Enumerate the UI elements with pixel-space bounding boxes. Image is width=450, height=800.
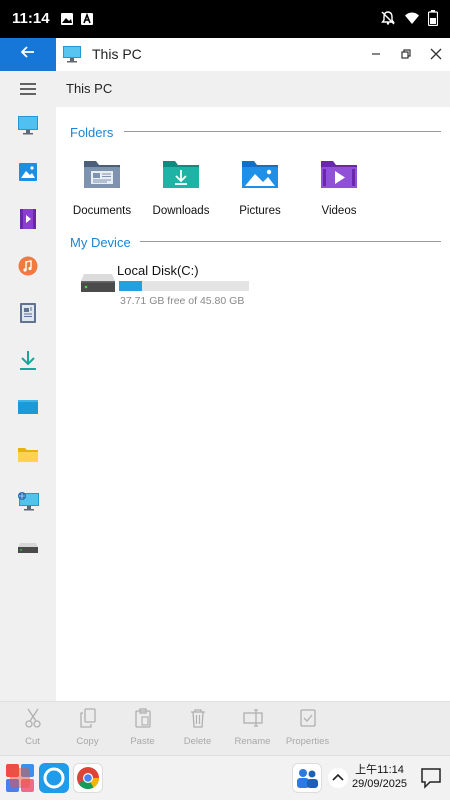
rename-label: Rename — [234, 736, 271, 747]
sidebar-item-folder[interactable] — [0, 436, 56, 476]
cut-label: Cut — [25, 736, 40, 747]
rename-button[interactable]: Rename — [225, 708, 280, 747]
this-pc-icon — [17, 115, 39, 140]
documents-folder-icon — [82, 157, 122, 191]
videos-folder-icon — [319, 157, 359, 191]
delete-label: Delete — [183, 736, 212, 747]
people-app-button[interactable] — [292, 763, 322, 793]
chrome-app-button[interactable] — [73, 763, 103, 793]
paste-button[interactable]: Paste — [115, 708, 170, 747]
paste-label: Paste — [130, 736, 155, 747]
folder-label: Videos — [321, 205, 357, 217]
folder-videos[interactable]: Videos — [299, 157, 379, 217]
chevron-up-icon — [332, 773, 344, 781]
folder-label: Documents — [72, 205, 132, 217]
copy-icon — [79, 708, 97, 732]
downloads-folder-icon — [161, 157, 201, 191]
local-disk-c[interactable]: Local Disk(C:) 37.71 GB free of 45.80 GB — [80, 260, 380, 310]
browser-app-button[interactable] — [39, 763, 69, 793]
folder-documents[interactable]: Documents — [62, 157, 142, 217]
chrome-icon — [77, 767, 99, 789]
folders-divider — [124, 131, 441, 132]
downloads-icon — [18, 349, 38, 376]
pictures-icon — [18, 162, 38, 187]
folder-label: Downloads — [152, 205, 210, 217]
videos-icon — [18, 208, 38, 235]
sidebar-item-desktop[interactable] — [0, 389, 56, 429]
breadcrumb: This PC — [66, 81, 113, 96]
disk-usage-fill — [119, 281, 142, 291]
disk-free-text: 37.71 GB free of 45.80 GB — [120, 295, 245, 307]
folder-downloads[interactable]: Downloads — [141, 157, 221, 217]
sidebar-item-music[interactable] — [0, 248, 56, 288]
clock-time: 上午11:14 — [355, 764, 404, 776]
action-toolbar: Cut Copy Paste Delete Rename Properties — [0, 701, 450, 755]
notification-center-button[interactable] — [420, 767, 442, 794]
this-pc-icon — [62, 45, 82, 68]
music-icon — [18, 256, 38, 281]
status-time: 11:14 — [12, 10, 50, 27]
folder-icon — [17, 445, 39, 468]
trash-icon — [189, 709, 207, 732]
sidebar — [0, 71, 56, 701]
menu-icon — [19, 82, 37, 101]
sidebar-item-pictures[interactable] — [0, 154, 56, 194]
sidebar-item-videos[interactable] — [0, 201, 56, 241]
copy-label: Copy — [76, 736, 99, 747]
properties-label: Properties — [285, 736, 330, 747]
drive-icon — [17, 541, 39, 559]
disk-name: Local Disk(C:) — [117, 263, 199, 278]
network-icon — [16, 490, 40, 517]
delete-button[interactable]: Delete — [170, 708, 225, 747]
sidebar-item-drive[interactable] — [0, 530, 56, 570]
battery-icon — [427, 10, 439, 31]
properties-icon — [299, 709, 317, 732]
address-bar[interactable]: This PC — [56, 71, 450, 107]
sidebar-item-downloads[interactable] — [0, 342, 56, 382]
sidebar-item-this-pc[interactable] — [0, 107, 56, 147]
cut-button[interactable]: Cut — [5, 708, 60, 747]
message-icon — [421, 768, 441, 789]
a-badge-icon — [80, 12, 94, 31]
title-bar: This PC — [0, 38, 450, 71]
minimize-button[interactable] — [366, 44, 386, 64]
hard-drive-icon — [80, 272, 116, 299]
close-button[interactable] — [426, 44, 446, 64]
sidebar-item-network[interactable] — [0, 483, 56, 523]
sidebar-item-documents[interactable] — [0, 295, 56, 335]
people-icon — [297, 769, 318, 788]
disk-usage-bar — [119, 281, 249, 291]
paste-icon — [134, 708, 152, 732]
folders-section-title: Folders — [70, 125, 114, 140]
folder-pictures[interactable]: Pictures — [220, 157, 300, 217]
rename-icon — [242, 709, 263, 732]
window-title: This PC — [92, 46, 142, 62]
main-content: Folders Documents Downloads Pictures Vid… — [56, 107, 450, 701]
show-hidden-icons-button[interactable] — [328, 768, 348, 788]
taskbar: 上午11:14 29/09/2025 — [0, 755, 450, 800]
o-browser-icon — [43, 767, 65, 789]
start-icon — [6, 764, 34, 792]
scissors-icon — [24, 708, 42, 732]
copy-button[interactable]: Copy — [60, 708, 115, 747]
menu-button[interactable] — [0, 71, 56, 111]
properties-button[interactable]: Properties — [280, 708, 335, 747]
pictures-folder-icon — [240, 157, 280, 191]
start-button[interactable] — [5, 763, 35, 793]
image-icon — [60, 12, 74, 31]
device-section-title: My Device — [70, 235, 131, 250]
clock-date: 29/09/2025 — [352, 778, 408, 790]
notifications-off-icon — [380, 10, 396, 31]
documents-icon — [19, 302, 37, 329]
status-bar: 11:14 — [0, 0, 450, 38]
taskbar-clock[interactable]: 上午11:14 29/09/2025 — [352, 763, 407, 791]
arrow-left-icon — [20, 44, 36, 65]
back-button[interactable] — [0, 38, 56, 71]
folder-label: Pictures — [239, 205, 281, 217]
wifi-icon — [404, 10, 420, 31]
restore-button[interactable] — [396, 44, 416, 64]
device-divider — [140, 241, 441, 242]
desktop-icon — [17, 398, 39, 421]
